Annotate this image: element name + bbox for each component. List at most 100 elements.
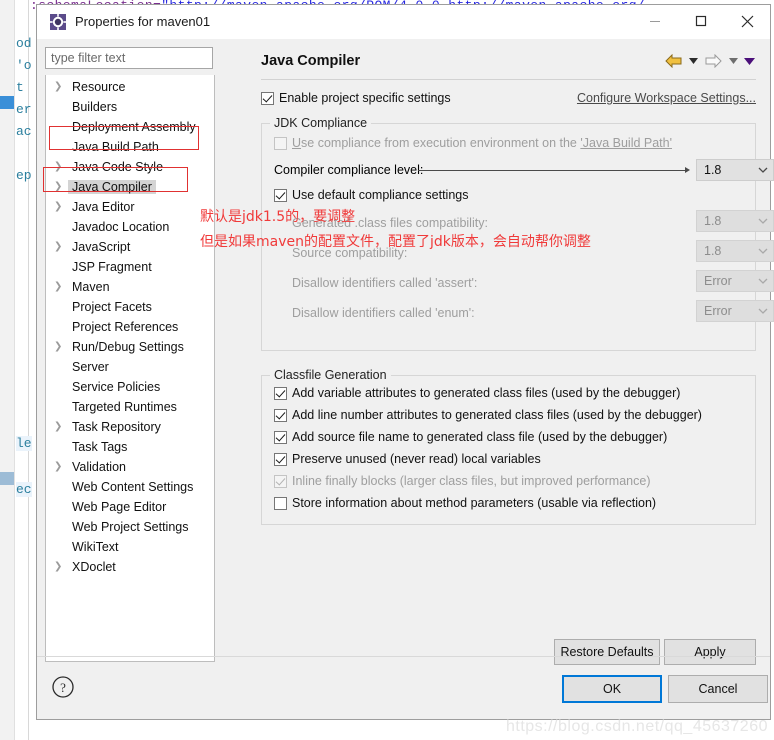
tree-item-task-repository[interactable]: ❯ Task Repository: [46, 417, 214, 437]
checkbox-icon[interactable]: [274, 496, 287, 510]
tree-item-label: Service Policies: [72, 380, 161, 394]
checkbox-icon[interactable]: [274, 408, 287, 422]
tree-item-label: Server: [72, 360, 109, 374]
tree-item-project-references[interactable]: Project References: [46, 317, 214, 337]
tree-item-jsp-fragment[interactable]: JSP Fragment: [46, 257, 214, 277]
tree-item-label: Builders: [72, 100, 118, 114]
source-compat-dropdown[interactable]: 1.8: [696, 240, 774, 262]
tree-item-label: Task Repository: [72, 420, 161, 434]
tree-item-xdoclet[interactable]: ❯ XDoclet: [46, 557, 214, 577]
tree-item-project-facets[interactable]: Project Facets: [46, 297, 214, 317]
enable-project-specific-label: Enable project specific settings: [279, 91, 451, 105]
forward-arrow-icon[interactable]: [702, 51, 724, 71]
classfile-generation-group-title: Classfile Generation: [270, 368, 391, 382]
dialog-body: type filter text ❯ Resource Builders Depl…: [37, 39, 774, 719]
cancel-button[interactable]: Cancel: [668, 675, 768, 703]
source-compat-value: 1.8: [704, 244, 722, 258]
disallow-assert-dropdown[interactable]: Error: [696, 270, 774, 292]
inline-finally-blocks-checkbox[interactable]: Inline finally blocks (larger class file…: [274, 474, 650, 488]
chevron-right-icon[interactable]: ❯: [54, 562, 68, 572]
background-code-fragment: er: [16, 102, 32, 117]
settings-tree[interactable]: ❯ Resource Builders Deployment Assembly J…: [45, 75, 215, 662]
compiler-compliance-level-label: Compiler compliance level:: [274, 163, 424, 177]
restore-defaults-button[interactable]: Restore Defaults: [554, 639, 660, 665]
apply-button[interactable]: Apply: [664, 639, 756, 665]
view-menu-dropdown-icon[interactable]: [742, 51, 756, 71]
chevron-right-icon[interactable]: ❯: [54, 182, 68, 192]
chevron-right-icon[interactable]: ❯: [54, 202, 68, 212]
forward-dropdown-icon[interactable]: [726, 51, 740, 71]
tree-item-java-editor[interactable]: ❯ Java Editor: [46, 197, 214, 217]
tree-item-validation[interactable]: ❯ Validation: [46, 457, 214, 477]
tree-item-java-code-style[interactable]: ❯ Java Code Style: [46, 157, 214, 177]
dialog-title-bar: Properties for maven01: [37, 5, 770, 39]
properties-dialog: Properties for maven01 type filter text …: [36, 4, 774, 720]
chevron-right-icon[interactable]: ❯: [54, 342, 68, 352]
chevron-right-icon[interactable]: ❯: [54, 82, 68, 92]
chevron-right-icon[interactable]: ❯: [54, 282, 68, 292]
ok-button[interactable]: OK: [562, 675, 662, 703]
tree-item-builders[interactable]: Builders: [46, 97, 214, 117]
back-arrow-icon[interactable]: [662, 51, 684, 71]
checkbox-icon[interactable]: [274, 452, 287, 466]
checkbox-icon[interactable]: [274, 386, 287, 400]
add-line-number-attributes-checkbox[interactable]: Add line number attributes to generated …: [274, 408, 702, 422]
tree-item-run-debug-settings[interactable]: ❯ Run/Debug Settings: [46, 337, 214, 357]
checkbox-icon[interactable]: [274, 430, 287, 444]
java-build-path-link[interactable]: 'Java Build Path': [580, 136, 672, 150]
use-execution-environment-checkbox[interactable]: Use compliance from execution environmen…: [274, 136, 672, 150]
tree-item-javascript[interactable]: ❯ JavaScript: [46, 237, 214, 257]
tree-item-web-page-editor[interactable]: Web Page Editor: [46, 497, 214, 517]
tree-item-label: Project Facets: [72, 300, 152, 314]
chevron-right-icon[interactable]: ❯: [54, 462, 68, 472]
tree-item-deployment-assembly[interactable]: Deployment Assembly: [46, 117, 214, 137]
tree-item-service-policies[interactable]: Service Policies: [46, 377, 214, 397]
tree-item-javadoc-location[interactable]: Javadoc Location: [46, 217, 214, 237]
tree-item-label: Targeted Runtimes: [72, 400, 177, 414]
chevron-right-icon[interactable]: ❯: [54, 162, 68, 172]
tree-item-java-compiler[interactable]: ❯ Java Compiler: [46, 177, 214, 197]
maximize-icon[interactable]: [678, 5, 724, 37]
enable-project-specific-row: Enable project specific settings Configu…: [261, 91, 756, 109]
checkbox-icon[interactable]: [274, 474, 287, 488]
background-code-fragment: t: [16, 80, 24, 95]
checkbox-icon[interactable]: [261, 91, 274, 105]
tree-item-web-project-settings[interactable]: Web Project Settings: [46, 517, 214, 537]
back-dropdown-icon[interactable]: [686, 51, 700, 71]
tree-item-label: Run/Debug Settings: [72, 340, 184, 354]
tree-item-server[interactable]: Server: [46, 357, 214, 377]
checkbox-icon[interactable]: [274, 188, 287, 202]
gutter-selection-marker: [0, 96, 14, 109]
tree-item-resource[interactable]: ❯ Resource: [46, 77, 214, 97]
checkbox-icon[interactable]: [274, 136, 287, 150]
generated-class-compat-dropdown[interactable]: 1.8: [696, 210, 774, 232]
tree-item-maven[interactable]: ❯ Maven: [46, 277, 214, 297]
leader-arrow-icon: [685, 167, 690, 173]
tree-item-label: XDoclet: [72, 560, 116, 574]
page-title: Java Compiler: [261, 53, 361, 69]
add-source-file-name-checkbox[interactable]: Add source file name to generated class …: [274, 430, 667, 444]
chevron-down-icon[interactable]: [753, 167, 773, 173]
compiler-compliance-level-dropdown[interactable]: 1.8: [696, 159, 774, 181]
help-icon[interactable]: ?: [51, 675, 75, 699]
disallow-enum-dropdown[interactable]: Error: [696, 300, 774, 322]
filter-input[interactable]: type filter text: [45, 47, 213, 69]
tree-item-task-tags[interactable]: Task Tags: [46, 437, 214, 457]
tree-item-label: Java Code Style: [72, 160, 164, 174]
minimize-icon[interactable]: [632, 5, 678, 37]
tree-item-targeted-runtimes[interactable]: Targeted Runtimes: [46, 397, 214, 417]
tree-item-web-content-settings[interactable]: Web Content Settings: [46, 477, 214, 497]
tree-item-wikitext[interactable]: WikiText: [46, 537, 214, 557]
annotation-text-line2: 但是如果maven的配置文件，配置了jdk版本，会自动帮你调整: [200, 234, 591, 250]
tree-item-label: Resource: [72, 80, 126, 94]
store-method-parameters-checkbox[interactable]: Store information about method parameter…: [274, 496, 656, 510]
chevron-right-icon[interactable]: ❯: [54, 242, 68, 252]
close-icon[interactable]: [724, 5, 770, 37]
tree-item-java-build-path[interactable]: Java Build Path: [46, 137, 214, 157]
add-variable-attributes-checkbox[interactable]: Add variable attributes to generated cla…: [274, 386, 680, 400]
chevron-right-icon[interactable]: ❯: [54, 422, 68, 432]
use-default-compliance-settings-checkbox[interactable]: Use default compliance settings: [274, 188, 468, 202]
tree-item-label: Web Content Settings: [72, 480, 194, 494]
preserve-unused-locals-checkbox[interactable]: Preserve unused (never read) local varia…: [274, 452, 541, 466]
configure-workspace-settings-link[interactable]: Configure Workspace Settings...: [577, 91, 756, 105]
